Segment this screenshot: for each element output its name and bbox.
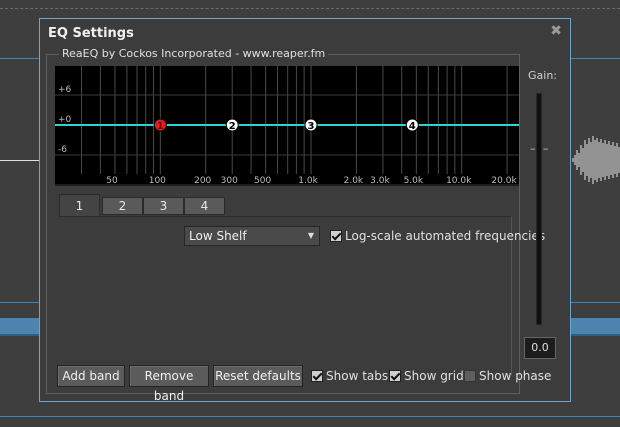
track-line (0, 416, 620, 417)
freq-tick-label: 10.0k (446, 176, 472, 186)
gain-slider-marker[interactable]: – – (530, 142, 551, 155)
band-type-value: Low Shelf (189, 229, 247, 243)
close-icon[interactable]: ✖ (550, 23, 562, 39)
log-scale-checkbox[interactable]: Log-scale automated frequencies (330, 229, 545, 243)
band-node-label: 3 (308, 121, 315, 132)
freq-tick-label: 2.0k (344, 176, 364, 186)
freq-tick-label: 1.0k (298, 176, 318, 186)
show-tabs-label: Show tabs (326, 369, 389, 383)
tab-band-1[interactable]: 1 (59, 194, 100, 216)
band-type-select[interactable]: Low Shelf ▼ (184, 226, 320, 246)
eq-graph[interactable]: +6 +0 -6 50 100 200 300 500 1.0k 2.0k 3.0k 5.0k 10.0… (55, 66, 519, 186)
freq-tick-label: 200 (194, 176, 211, 186)
tab-band-3[interactable]: 3 (143, 197, 184, 215)
freq-tick-label: 500 (254, 176, 271, 186)
log-scale-label: Log-scale automated frequencies (345, 229, 546, 243)
freq-tick-label: 100 (149, 176, 166, 186)
waveform-flat (0, 160, 40, 161)
plugin-group: ReaEQ by Cockos Incorporated - www.reape… (46, 47, 520, 394)
track-divider-dashed (0, 8, 620, 9)
freq-tick-label: 5.0k (404, 176, 424, 186)
db-tick-label: +0 (58, 115, 72, 125)
band-node-label: 4 (409, 121, 416, 132)
eq-settings-dialog: EQ Settings ✖ ReaEQ by Cockos Incorporat… (39, 18, 571, 403)
band-node-label: 2 (229, 121, 236, 132)
show-phase-checkbox[interactable]: Show phase (464, 369, 551, 383)
gain-label: Gain: (528, 69, 557, 82)
show-tabs-checkbox[interactable]: Show tabs (311, 369, 388, 383)
checkbox-checked-icon[interactable] (389, 370, 401, 382)
freq-tick-label: 50 (106, 176, 118, 186)
reset-defaults-button[interactable]: Reset defaults (213, 365, 303, 387)
add-band-button[interactable]: Add band (57, 365, 125, 387)
tab-band-2[interactable]: 2 (102, 197, 143, 215)
eq-graph-canvas[interactable]: +6 +0 -6 50 100 200 300 500 1.0k 2.0k 3.0k 5.0k 10.0… (55, 66, 519, 186)
freq-tick-label: 20.0k (491, 176, 517, 186)
show-grid-label: Show grid (404, 369, 464, 383)
tab-band-4[interactable]: 4 (184, 197, 225, 215)
gain-value-field[interactable]: 0.0 (524, 337, 556, 359)
dialog-title: EQ Settings (48, 26, 134, 41)
chevron-down-icon: ▼ (307, 231, 314, 240)
show-grid-checkbox[interactable]: Show grid (389, 369, 464, 383)
show-phase-label: Show phase (479, 369, 552, 383)
db-tick-label: -6 (58, 145, 67, 155)
waveform-peak (572, 136, 620, 184)
checkbox-checked-icon[interactable] (311, 370, 323, 382)
band-node-label: 1 (157, 121, 164, 132)
gain-slider[interactable] (536, 93, 542, 325)
checkbox-checked-icon[interactable] (330, 230, 342, 242)
remove-band-button[interactable]: Remove band (129, 365, 209, 403)
freq-tick-label: 3.0k (370, 176, 390, 186)
plugin-label: ReaEQ by Cockos Incorporated - www.reape… (59, 47, 329, 60)
checkbox-unchecked-icon[interactable] (464, 370, 476, 382)
db-tick-label: +6 (58, 85, 72, 95)
freq-tick-label: 300 (221, 176, 238, 186)
